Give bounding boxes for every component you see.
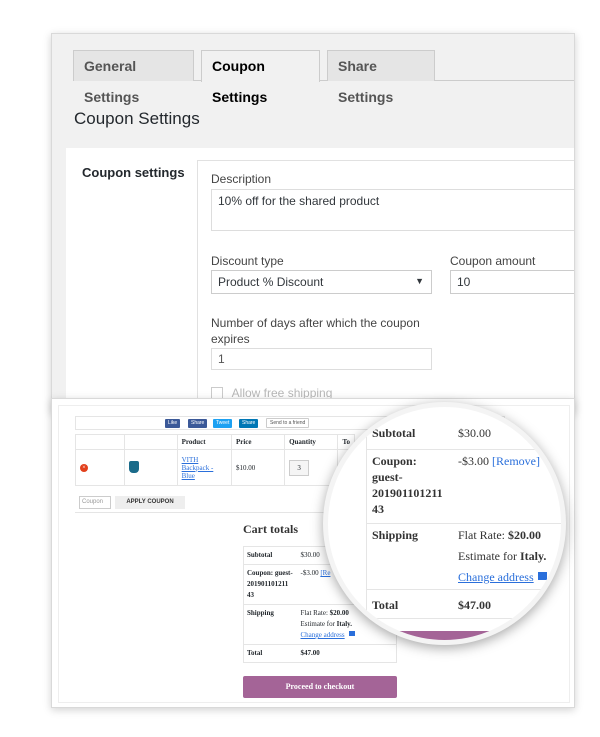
mag-remove-coupon-link[interactable]: [Remove] [492,454,540,468]
shipping-rate-prefix: Flat Rate: [300,609,328,617]
divider [75,512,355,513]
coupon-fieldset: Description 10% off for the shared produ… [197,160,574,412]
total-value: $47.00 [300,649,320,657]
tab-share-settings[interactable]: Share Settings [327,50,435,105]
truck-icon [537,572,547,580]
tab-general-settings[interactable]: General Settings [73,50,194,105]
mag-coupon-label-2: guest- [372,470,403,484]
mag-coupon-label-4: 43 [372,502,384,516]
remove-item-icon[interactable]: × [80,464,88,472]
column-header [123,434,178,450]
apply-coupon-button[interactable]: APPLY COUPON [115,496,185,509]
cart-table-header: Product Price Quantity To [75,434,355,450]
expiry-days-field[interactable]: 1 [211,348,432,370]
mag-shipping-rate: $20.00 [508,528,541,542]
divider [366,523,561,524]
facebook-share-button[interactable]: Share [188,419,208,428]
mag-estimate-country: Italy. [519,549,547,563]
caret-down-icon: ▼ [415,276,424,286]
settings-tabs: General Settings Coupon Settings Share S… [73,50,574,105]
mag-subtotal-value: $30.00 [458,426,491,440]
shipping-rate: $20.00 [329,609,349,617]
divider [366,589,561,590]
page-title: Coupon Settings [74,109,200,128]
discount-type-label: Discount type [211,254,284,268]
total-value-cell: $47.00 [297,644,397,663]
proceed-to-checkout-button[interactable]: Proceed to checkout [243,676,397,698]
estimate-country: Italy. [336,620,353,628]
table-row: × VITH Backpack - Blue $10.00 3 [75,449,355,486]
linkedin-share-button[interactable]: Share [239,419,259,428]
estimate-prefix: Estimate for [300,620,335,628]
divider [366,449,561,450]
mag-total-label: Total [372,598,399,612]
expiry-days-label: Number of days after which the coupon ex… [211,316,420,346]
quantity-input[interactable]: 3 [289,459,310,476]
price-cell: $10.00 [230,449,286,486]
discount-type-select[interactable]: Product % Discount ▼ [211,270,432,294]
column-header [75,434,125,450]
coupon-value: -$3.00 [300,569,319,577]
mag-shipping-rate-prefix: Flat Rate: [458,528,505,542]
coupon-code-input[interactable]: Coupon [79,496,111,509]
mag-shipping-rate-line: Flat Rate: $20.00 [458,527,541,543]
mag-shipping-label: Shipping [372,528,419,542]
divider [366,417,367,637]
mag-change-address-link[interactable]: Change address [458,570,534,584]
total-row: Total $47.00 [243,644,397,663]
coupon-amount-field[interactable]: 10 [450,270,574,294]
shipping-label: Shipping [243,604,298,645]
divider [366,618,561,619]
column-header-product: Product [176,434,232,450]
mag-coupon-value: -$3.00 [458,454,489,468]
product-thumbnail[interactable] [128,460,139,473]
mag-estimate-line: Estimate for Italy. [458,548,546,564]
magnifier-zoom: Subtotal $30.00 Coupon: guest- 201901101… [323,402,566,645]
mag-coupon-label-3: 201901101211 [372,486,443,500]
mag-coupon-label-1: Coupon: [372,454,417,468]
mag-total-value: $47.00 [458,598,491,612]
discount-type-value: Product % Discount [218,275,324,289]
product-link[interactable]: VITH Backpack - Blue [182,456,214,480]
thumbnail-cell [123,449,178,486]
total-label: Total [243,644,298,663]
coupon-form: Coupon settings Description 10% off for … [66,148,574,412]
mag-estimate-prefix: Estimate for [458,549,517,563]
cart-table: Product Price Quantity To × VITH Backpac… [75,434,355,486]
remove-cell: × [75,449,125,486]
column-header-price: Price [230,434,286,450]
column-header-quantity: Quantity [284,434,339,450]
coupon-amount-label: Coupon amount [450,254,536,268]
settings-panel: General Settings Coupon Settings Share S… [51,33,575,413]
description-label: Description [211,172,272,186]
tweet-button[interactable]: Tweet [213,419,233,428]
cart-totals-title: Cart totals [243,522,298,536]
tab-coupon-settings[interactable]: Coupon Settings [201,50,320,105]
facebook-like-button[interactable]: Like [165,419,181,428]
remove-coupon-link[interactable]: [Re [320,569,330,577]
truck-icon [348,631,355,636]
coupon-label: Coupon: guest-201901101211 43 [243,564,298,605]
subtotal-label: Subtotal [243,546,298,565]
mag-coupon-value-line: -$3.00 [Remove] [458,453,540,469]
send-to-friend-button[interactable]: Send to a friend [266,418,310,428]
mag-subtotal-label: Subtotal [372,426,416,440]
screenshot-stage: General Settings Coupon Settings Share S… [0,0,600,737]
mag-change-address-line: Change address [458,569,547,585]
description-field[interactable]: 10% off for the shared product [211,189,574,231]
change-address-link[interactable]: Change address [301,631,345,639]
product-cell: VITH Backpack - Blue [176,449,232,486]
coupon-settings-row-label: Coupon settings [82,165,185,180]
